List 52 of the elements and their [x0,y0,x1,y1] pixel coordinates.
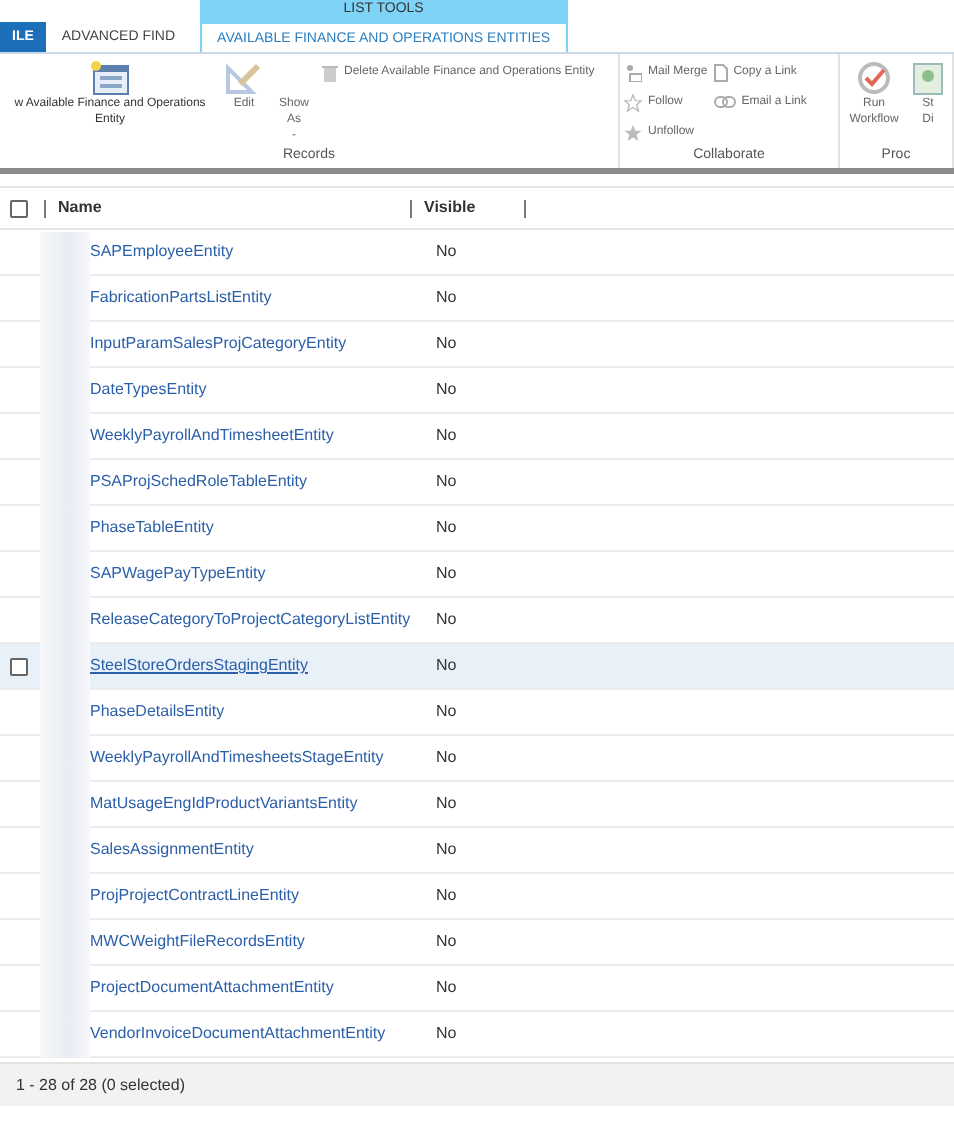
entity-link[interactable]: SalesAssignmentEntity [90,838,436,862]
star-icon [624,123,642,141]
table-cell: No [436,286,457,310]
table-cell: No [436,470,457,494]
table-cell: No [436,424,457,448]
table-cell: No [436,976,457,1000]
entity-link[interactable]: PSAProjSchedRoleTableEntity [90,470,436,494]
entity-link[interactable]: ProjectDocumentAttachmentEntity [90,976,436,1000]
row-checkbox[interactable] [10,657,28,675]
table-cell: No [436,608,457,632]
link-icon [713,96,736,108]
table-cell: No [436,838,457,862]
entity-link[interactable]: WeeklyPayrollAndTimesheetsStageEntity [90,746,436,770]
table-cell: No [436,700,457,724]
entity-link[interactable]: ProjProjectContractLineEntity [90,884,436,908]
form-icon [90,60,130,96]
entity-link[interactable]: VendorInvoiceDocumentAttachmentEntity [90,1022,436,1046]
status-bar: 1 - 28 of 28 (0 selected) [0,1062,954,1106]
trash-icon [322,63,338,81]
entity-link[interactable]: MWCWeightFileRecordsEntity [90,930,436,954]
check-circle-icon [856,60,892,96]
page-icon [713,63,728,81]
entity-link[interactable]: SAPEmployeeEntity [90,240,436,264]
table-cell: No [436,332,457,356]
entity-link[interactable]: FabricationPartsListEntity [90,286,436,310]
entity-link[interactable]: DateTypesEntity [90,378,436,402]
dialog-icon [912,60,944,96]
person-envelope-icon [624,63,642,81]
table-cell: No [436,1022,457,1046]
entity-link[interactable]: WeeklyPayrollAndTimesheetEntity [90,424,436,448]
table-cell: No [436,746,457,770]
column-header[interactable]: Visible [424,196,524,220]
table-cell: No [436,792,457,816]
entity-link[interactable]: InputParamSalesProjCategoryEntity [90,332,436,356]
entity-link[interactable]: MatUsageEngIdProductVariantsEntity [90,792,436,816]
table-cell: No [436,562,457,586]
entity-link[interactable]: PhaseTableEntity [90,516,436,540]
ruler-pencil-icon [224,60,264,96]
entity-link[interactable]: ReleaseCategoryToProjectCategoryListEntity [90,608,436,632]
table-cell: No [436,516,457,540]
entity-link[interactable]: PhaseDetailsEntity [90,700,436,724]
table-cell: No [436,240,457,264]
column-header[interactable]: Name [58,196,410,220]
table-cell: No [436,654,457,678]
entity-link[interactable]: SteelStoreOrdersStagingEntity [90,654,436,678]
table-cell: No [436,378,457,402]
entity-link[interactable]: SAPWagePayTypeEntity [90,562,436,586]
row-highlight[interactable]: SteelStoreOrdersStagingEntity No [0,644,954,690]
table-cell: No [436,884,457,908]
table-cell: No [436,930,457,954]
star-icon [624,93,642,111]
select-all-checkbox[interactable] [10,199,28,217]
